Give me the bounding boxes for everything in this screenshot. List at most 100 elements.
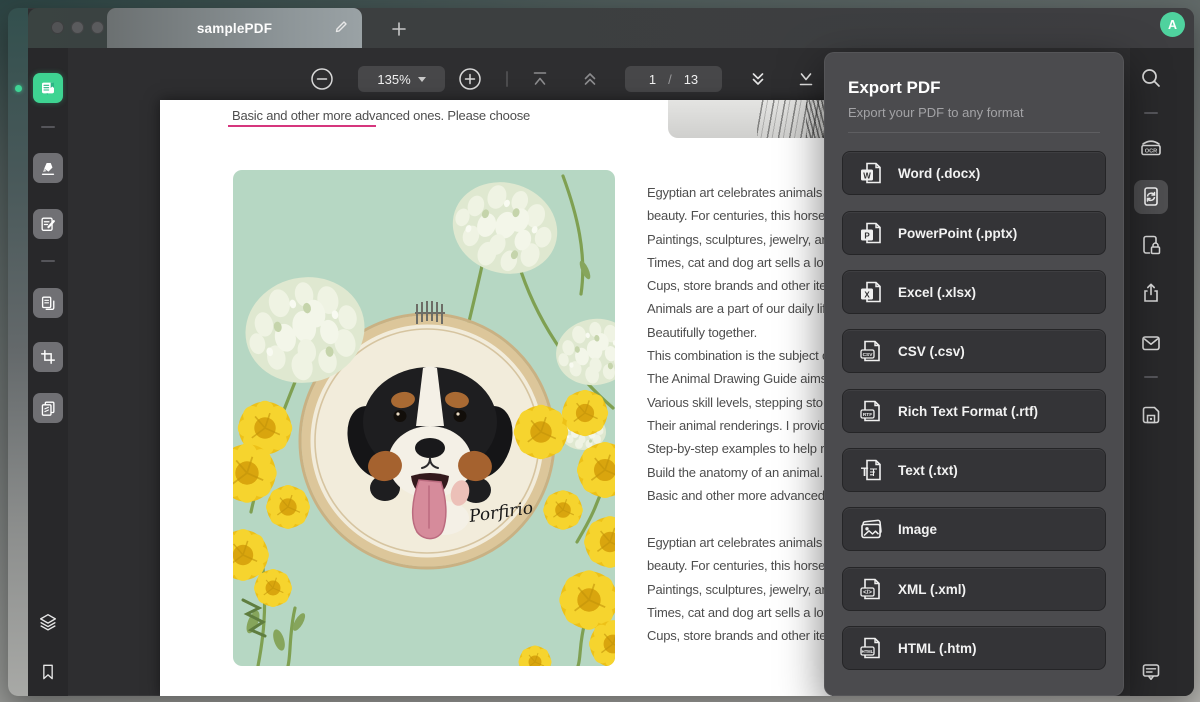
crop-icon [39, 348, 57, 366]
sidebar-item-layers[interactable] [36, 610, 60, 634]
export-word-button[interactable]: W Word (.docx) [842, 151, 1106, 195]
sidebar-vibrancy-strip [8, 8, 28, 696]
document-lock-icon [1139, 233, 1163, 257]
app-window: samplePDF A [8, 8, 1194, 696]
panel-subtitle: Export your PDF to any format [848, 105, 1024, 120]
sidebar-item-bookmarks[interactable] [36, 660, 60, 684]
zoom-level-value: 135% [377, 72, 410, 87]
rail-divider [1144, 376, 1158, 378]
sidebar-item-reader[interactable] [33, 73, 63, 103]
page-separator: / [668, 72, 672, 87]
html-file-icon: HTML [858, 635, 884, 661]
search-icon [1139, 66, 1163, 90]
pdf-paragraph-1: Egyptian art celebrates animals beauty. … [647, 181, 829, 507]
convert-button-active[interactable] [1134, 180, 1168, 214]
pages-convert-icon [39, 294, 57, 312]
avatar-initial: A [1168, 18, 1177, 32]
export-item-label: PowerPoint (.pptx) [898, 226, 1017, 241]
layers-icon [37, 611, 59, 633]
tab-title: samplePDF [197, 21, 272, 36]
export-pdf-panel: Export PDF Export your PDF to any format… [824, 52, 1124, 696]
sidebar-item-edit[interactable] [33, 209, 63, 239]
next-page-button[interactable] [748, 69, 768, 89]
save-icon [1139, 403, 1163, 427]
zoom-level-dropdown[interactable]: 135% [358, 66, 445, 92]
previous-page-button[interactable] [580, 69, 600, 89]
csv-file-icon: CSV [858, 338, 884, 364]
txt-file-icon: T [858, 457, 884, 483]
sidebar-item-annotate[interactable] [33, 153, 63, 183]
document-tab[interactable]: samplePDF [107, 8, 362, 48]
svg-text:CSV: CSV [863, 352, 874, 358]
export-item-label: Image [898, 522, 937, 537]
mail-button[interactable] [1138, 330, 1164, 356]
export-powerpoint-button[interactable]: P PowerPoint (.pptx) [842, 211, 1106, 255]
pink-annotation-underline [228, 125, 376, 127]
new-tab-button[interactable] [388, 18, 410, 40]
mail-icon [1139, 331, 1163, 355]
export-item-label: Word (.docx) [898, 166, 980, 181]
total-pages-value: 13 [684, 72, 698, 87]
ocr-button[interactable]: OCR [1138, 135, 1164, 161]
edit-page-icon [39, 215, 57, 233]
export-text-button[interactable]: T Text (.txt) [842, 448, 1106, 492]
pdf-page[interactable]: Basic and other more advanced ones. Plea… [160, 100, 832, 696]
ocr-badge-text: OCR [1145, 148, 1157, 154]
sidebar-item-crop[interactable] [33, 342, 63, 372]
rail-divider [41, 260, 55, 262]
chevron-down-icon [418, 77, 426, 82]
rail-divider [1144, 112, 1158, 114]
feedback-button[interactable] [1138, 659, 1164, 685]
export-rtf-button[interactable]: RTF Rich Text Format (.rtf) [842, 389, 1106, 433]
export-html-button[interactable]: HTML HTML (.htm) [842, 626, 1106, 670]
panel-divider [848, 132, 1100, 133]
export-image-button[interactable]: Image [842, 507, 1106, 551]
word-file-icon: W [858, 160, 884, 186]
svg-text:W: W [863, 171, 871, 180]
svg-text:T: T [861, 465, 869, 479]
reader-book-icon [38, 78, 58, 98]
titlebar: samplePDF A [28, 8, 1194, 48]
save-button[interactable] [1138, 402, 1164, 428]
ocr-icon: OCR [1138, 135, 1164, 161]
panel-title: Export PDF [848, 78, 941, 98]
comment-icon [1139, 660, 1163, 684]
account-avatar[interactable]: A [1160, 12, 1185, 37]
close-window-button[interactable] [51, 21, 64, 34]
minimize-window-button[interactable] [71, 21, 84, 34]
sidebar-item-extract-pages[interactable] [33, 393, 63, 423]
share-icon [1139, 281, 1163, 305]
share-button[interactable] [1138, 280, 1164, 306]
left-toolbar-rail [28, 48, 68, 696]
bookmark-icon [38, 662, 58, 682]
pdf-paragraph-2: Egyptian art celebrates animals beauty. … [647, 531, 829, 647]
rtf-file-icon: RTF [858, 398, 884, 424]
svg-text:HTML: HTML [862, 649, 874, 654]
export-item-label: HTML (.htm) [898, 641, 976, 656]
export-xml-button[interactable]: </> XML (.xml) [842, 567, 1106, 611]
zoom-window-button[interactable] [91, 21, 104, 34]
highlighter-icon [39, 159, 57, 177]
current-page-value: 1 [649, 72, 656, 87]
last-page-button[interactable] [796, 69, 816, 89]
toolbar-divider [506, 71, 508, 87]
export-csv-button[interactable]: CSV CSV (.csv) [842, 329, 1106, 373]
export-item-label: Rich Text Format (.rtf) [898, 404, 1038, 419]
search-button[interactable] [1138, 65, 1164, 91]
protect-button[interactable] [1138, 232, 1164, 258]
page-number-box[interactable]: 1 / 13 [625, 66, 722, 92]
excel-file-icon: X [858, 279, 884, 305]
image-file-icon [858, 516, 884, 542]
sidebar-item-convert-pages[interactable] [33, 288, 63, 318]
export-excel-button[interactable]: X Excel (.xlsx) [842, 270, 1106, 314]
svg-text:</>: </> [863, 590, 872, 596]
first-page-button[interactable] [530, 69, 550, 89]
pdf-heading-line: Basic and other more advanced ones. Plea… [232, 108, 530, 123]
right-toolbar-rail: OCR [1130, 48, 1194, 696]
zoom-in-button[interactable] [458, 67, 482, 91]
rail-divider [41, 126, 55, 128]
stacked-pages-icon [39, 399, 57, 417]
rename-pencil-icon[interactable] [334, 20, 348, 34]
powerpoint-file-icon: P [858, 220, 884, 246]
zoom-out-button[interactable] [310, 67, 334, 91]
